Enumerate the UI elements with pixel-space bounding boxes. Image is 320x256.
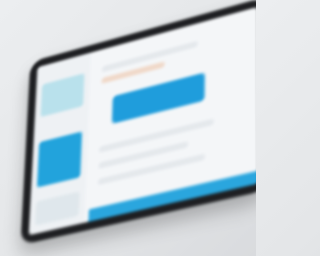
sidebar-tile-active — [36, 131, 83, 188]
tablet-device — [20, 0, 256, 246]
sidebar-tile-muted — [35, 191, 80, 226]
app-sidebar — [28, 52, 91, 236]
photo-scene — [0, 0, 256, 256]
content-text-line — [98, 118, 214, 153]
sidebar-tile-light — [40, 73, 85, 118]
tablet-screen — [28, 6, 256, 236]
primary-button — [111, 72, 205, 124]
